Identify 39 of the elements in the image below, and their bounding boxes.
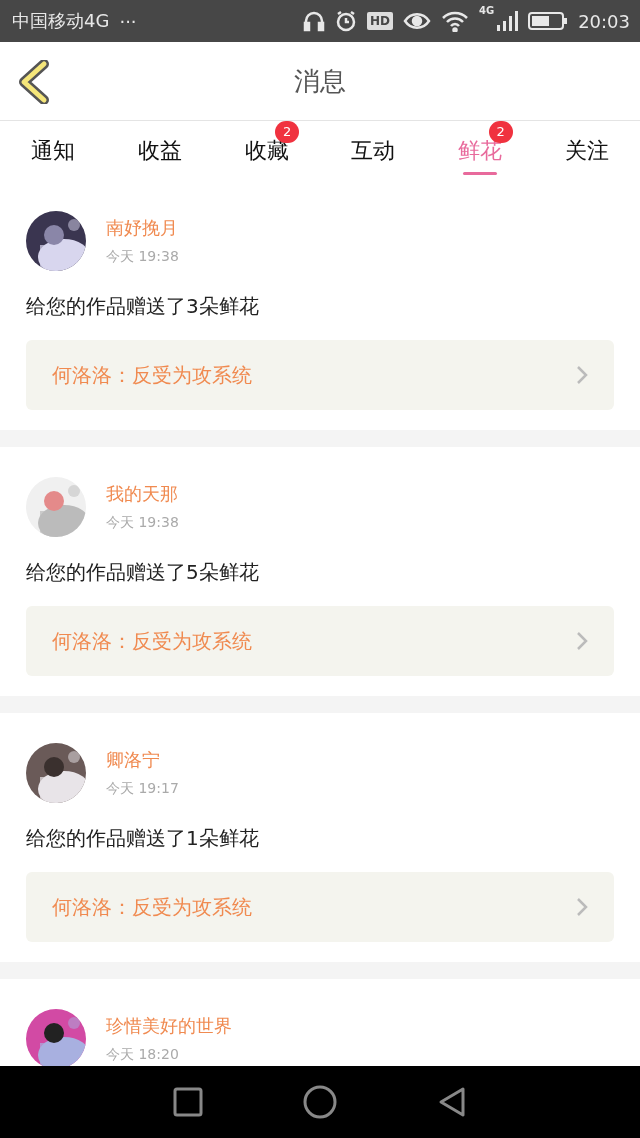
- battery-icon: [528, 11, 569, 31]
- user-name[interactable]: 南妤挽月: [106, 216, 179, 240]
- message-text: 给您的作品赠送了1朵鲜花: [26, 825, 260, 852]
- message-text: 给您的作品赠送了5朵鲜花: [26, 559, 260, 586]
- tab[interactable]: 收益: [106, 121, 214, 181]
- signal-icon: [496, 10, 519, 32]
- eye-icon: [402, 11, 431, 31]
- selected-underline: [463, 172, 497, 175]
- hd-indicator: HD: [366, 12, 393, 30]
- message-time: 今天 19:17: [106, 780, 179, 798]
- carrier-name: 中国移动4G: [12, 9, 110, 33]
- alarm-icon: [334, 10, 357, 32]
- message-time: 今天 18:20: [106, 1046, 180, 1064]
- back-nav-button[interactable]: [437, 1086, 467, 1118]
- wifi-icon: [440, 10, 469, 32]
- back-button[interactable]: [16, 60, 52, 104]
- recents-button[interactable]: [173, 1087, 203, 1117]
- more-indicator: ···: [119, 10, 137, 32]
- chevron-icon: [576, 365, 588, 385]
- message-time: 今天 19:38: [106, 248, 179, 266]
- page-title: 消息: [294, 64, 346, 98]
- network-type: 4G: [478, 5, 495, 16]
- message-time: 今天 19:38: [106, 514, 179, 532]
- headphones-icon: [302, 10, 325, 32]
- user-name[interactable]: 卿洛宁: [106, 748, 179, 772]
- chevron-icon: [576, 631, 588, 651]
- work-link[interactable]: 何洛洛：反受为攻系统: [26, 606, 614, 676]
- tab[interactable]: 互动: [320, 121, 427, 181]
- home-button[interactable]: [303, 1085, 337, 1119]
- tab[interactable]: 关注: [533, 121, 640, 181]
- message-text: 给您的作品赠送了3朵鲜花: [26, 293, 260, 320]
- clock-time: 20:03: [578, 10, 630, 32]
- tab[interactable]: 通知: [0, 121, 107, 181]
- tab[interactable]: 鲜花 2: [426, 121, 534, 181]
- work-link[interactable]: 何洛洛：反受为攻系统: [26, 872, 614, 942]
- user-name[interactable]: 珍惜美好的世界: [106, 1014, 232, 1038]
- user-name[interactable]: 我的天那: [106, 482, 179, 506]
- chevron-icon: [576, 897, 588, 917]
- work-link[interactable]: 何洛洛：反受为攻系统: [26, 340, 614, 410]
